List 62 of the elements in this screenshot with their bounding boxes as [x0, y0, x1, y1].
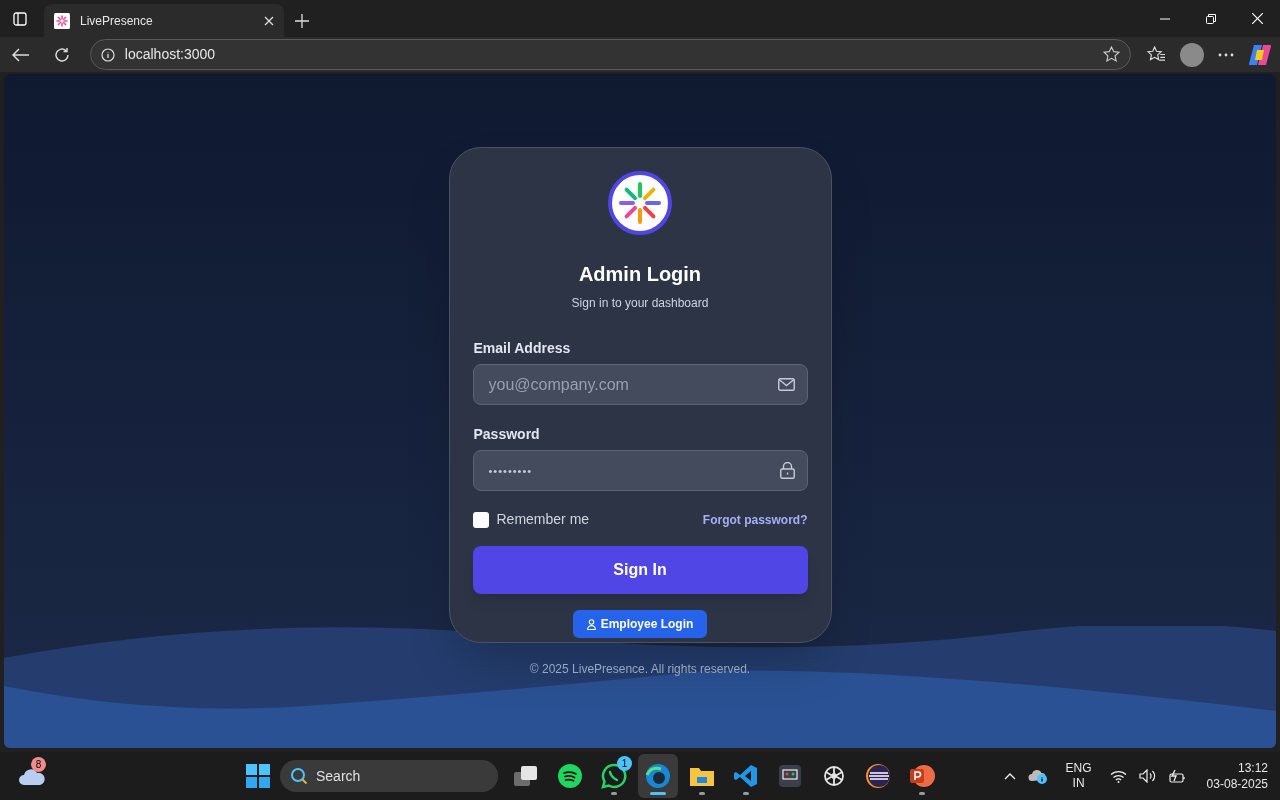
- running-indicator: [699, 792, 705, 795]
- notification-badge: 1: [617, 756, 632, 771]
- field-label: Password: [473, 425, 540, 444]
- minimize-icon[interactable]: [1160, 17, 1170, 20]
- tab-actions-icon[interactable]: [13, 11, 27, 26]
- cloud-info-icon[interactable]: [1027, 768, 1048, 784]
- password-field[interactable]: •••••••••: [472, 450, 808, 491]
- volume-icon[interactable]: [1138, 769, 1157, 783]
- info-icon[interactable]: [100, 47, 115, 62]
- address-bar[interactable]: localhost:3000: [89, 39, 1131, 70]
- profile-avatar[interactable]: [1180, 42, 1204, 67]
- mail-icon: [777, 378, 795, 391]
- start-icon[interactable]: [246, 764, 270, 788]
- folder-icon[interactable]: [689, 765, 715, 787]
- running-indicator: [611, 792, 617, 795]
- favorites-icon[interactable]: [1147, 46, 1166, 63]
- running-indicator: [650, 792, 666, 795]
- star-icon[interactable]: [1103, 46, 1120, 63]
- battery-charging-icon[interactable]: [1168, 768, 1187, 784]
- tab-title: LivePresence: [80, 12, 154, 30]
- presentation-app-icon[interactable]: [909, 764, 935, 788]
- reload-icon[interactable]: [53, 46, 70, 63]
- wifi-icon[interactable]: [1109, 769, 1127, 783]
- eclipse-icon[interactable]: [865, 763, 891, 789]
- code-editor-icon[interactable]: [734, 764, 758, 788]
- monitor-app-icon[interactable]: [778, 764, 802, 788]
- forgot-password-link[interactable]: Forgot password?: [702, 510, 808, 529]
- login-title: Admin Login: [578, 262, 702, 287]
- checkbox-label: Remember me: [496, 510, 591, 529]
- close-icon[interactable]: [264, 15, 274, 26]
- logo-icon: [608, 171, 672, 235]
- login-subtitle: Sign in to your dashboard: [571, 295, 709, 312]
- taskbar-search[interactable]: Search: [280, 760, 498, 792]
- copyright-text: © 2025 LivePresence. All rights reserved.: [529, 661, 751, 678]
- person-icon: [586, 618, 596, 630]
- restore-icon[interactable]: [1206, 13, 1216, 24]
- url-text: localhost:3000: [124, 45, 217, 64]
- back-icon[interactable]: [11, 47, 30, 62]
- browser-icon[interactable]: [645, 763, 671, 789]
- employee-login-button[interactable]: Employee Login: [572, 610, 708, 638]
- remember-checkbox[interactable]: [472, 511, 489, 528]
- new-tab-icon[interactable]: [295, 13, 309, 28]
- favicon-icon: [54, 12, 70, 29]
- copilot-icon[interactable]: [1248, 43, 1272, 66]
- running-indicator: [919, 792, 925, 795]
- task-view-icon[interactable]: [513, 764, 539, 788]
- field-label: Email Address: [473, 339, 571, 358]
- running-indicator: [743, 792, 749, 795]
- weather-icon[interactable]: [18, 766, 46, 786]
- taskbar-app[interactable]: 1: [594, 754, 634, 798]
- lock-icon: [779, 462, 795, 479]
- chevron-up-icon[interactable]: [1003, 772, 1016, 780]
- more-icon[interactable]: [1218, 52, 1234, 57]
- clock[interactable]: 13:12 03-08-2025: [1198, 760, 1268, 792]
- spotify-icon[interactable]: [558, 764, 582, 788]
- search-icon: [290, 767, 308, 785]
- notification-badge: 8: [31, 757, 46, 772]
- taskbar-app[interactable]: [638, 754, 678, 798]
- email-field[interactable]: you@company.com: [472, 364, 808, 405]
- language-indicator[interactable]: ENG IN: [1059, 761, 1098, 791]
- browser-tab[interactable]: LivePresence: [44, 4, 284, 37]
- sign-in-button[interactable]: Sign In: [472, 546, 808, 594]
